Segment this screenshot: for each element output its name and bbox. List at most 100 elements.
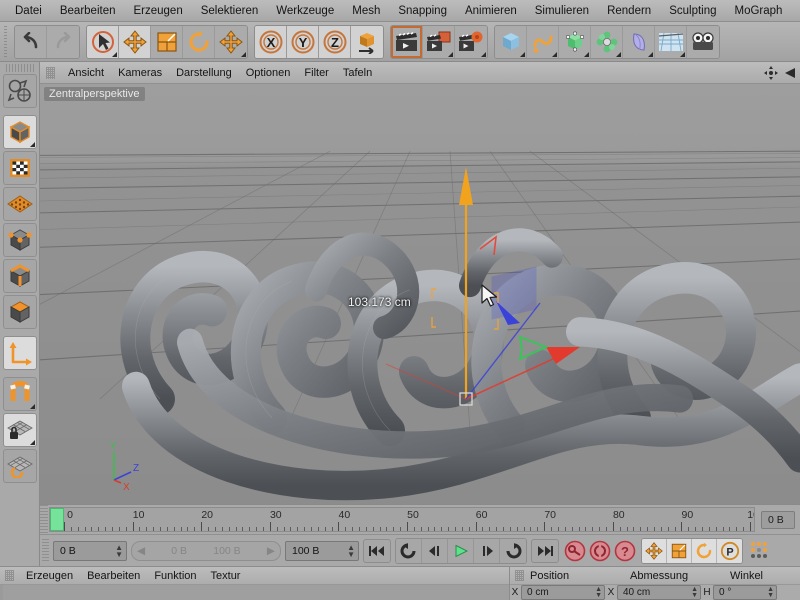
viewport-menu-grip[interactable] xyxy=(46,66,55,79)
workplane-lock-corner[interactable] xyxy=(29,440,35,445)
previous-key-button[interactable] xyxy=(396,538,422,563)
menu-item-selektieren[interactable]: Selektieren xyxy=(192,3,268,19)
menu-item-mograph[interactable]: MoGraph xyxy=(726,3,792,19)
timeline-end-field[interactable]: 0 B xyxy=(761,510,795,529)
go-to-start-button[interactable] xyxy=(363,538,391,563)
world-object-coordinates[interactable] xyxy=(351,25,383,58)
render-settings-corner[interactable] xyxy=(481,51,486,57)
viewport-menu-optionen[interactable]: Optionen xyxy=(239,65,298,81)
menu-item-mesh[interactable]: Mesh xyxy=(343,3,389,19)
scale-tool[interactable] xyxy=(151,25,183,58)
render-pv-corner[interactable] xyxy=(448,51,453,57)
pan-view-icon[interactable] xyxy=(763,65,779,81)
rotate-tool[interactable] xyxy=(183,25,215,58)
y-axis-lock[interactable]: Y xyxy=(287,25,319,58)
menu-item-sculpting[interactable]: Sculpting xyxy=(660,3,725,19)
live-selection-tool[interactable] xyxy=(87,25,119,58)
spline-pen-button[interactable] xyxy=(527,25,559,58)
viewport-menu-darstellung[interactable]: Darstellung xyxy=(169,65,239,81)
menu-item-snapping[interactable]: Snapping xyxy=(389,3,456,19)
deformer-button[interactable] xyxy=(623,25,655,58)
menu-item-bearbeiten[interactable]: Bearbeiten xyxy=(51,3,125,19)
array-object-button[interactable] xyxy=(591,25,623,58)
timeline-playhead[interactable] xyxy=(50,508,64,531)
deformer-corner[interactable] xyxy=(648,51,653,57)
z-axis-lock[interactable]: Z xyxy=(319,25,351,58)
timeline-ruler[interactable]: 0 10 20 30 40 50 60 70 80 90 100 xyxy=(49,507,755,532)
zoom-view-icon[interactable] xyxy=(782,65,798,81)
rotation-key-button[interactable] xyxy=(692,538,717,563)
step-forward-button[interactable] xyxy=(474,538,500,563)
render-settings-button[interactable] xyxy=(455,25,487,58)
menu-item-animieren[interactable]: Animieren xyxy=(456,3,526,19)
workplane-mode-button[interactable] xyxy=(2,187,37,221)
model-mode-corner[interactable] xyxy=(29,142,35,147)
undo-button[interactable] xyxy=(15,25,47,58)
coordinate-grip[interactable] xyxy=(515,570,524,581)
material-menu-textur[interactable]: Textur xyxy=(204,569,248,583)
enable-snapping-button[interactable] xyxy=(2,377,37,411)
move-tool-options-corner[interactable] xyxy=(241,51,246,57)
menu-item-simulieren[interactable]: Simulieren xyxy=(526,3,598,19)
range-prev-arrow[interactable]: ◀ xyxy=(137,545,145,557)
material-list-area[interactable] xyxy=(0,585,509,600)
transport-grip[interactable] xyxy=(42,538,49,563)
next-key-button[interactable] xyxy=(500,538,526,563)
menu-item-werkzeuge[interactable]: Werkzeuge xyxy=(267,3,343,19)
size-x-field[interactable]: X 40 cm ▲ ▼ xyxy=(607,585,701,600)
environment-corner[interactable] xyxy=(680,51,685,57)
render-to-picture-viewer-button[interactable] xyxy=(423,25,455,58)
undo-view-button[interactable] xyxy=(2,74,37,108)
viewport-menu-kameras[interactable]: Kameras xyxy=(111,65,169,81)
tool-options-corner[interactable] xyxy=(112,51,117,57)
angle-h-input[interactable]: 0 ° ▲ ▼ xyxy=(713,585,777,600)
size-x-stepper[interactable]: ▲ ▼ xyxy=(687,586,698,599)
autokeying-button[interactable] xyxy=(588,539,612,563)
step-back-button[interactable] xyxy=(422,538,448,563)
angle-h-stepper[interactable]: ▲ ▼ xyxy=(763,586,774,599)
scale-key-button[interactable] xyxy=(667,538,692,563)
texture-mode-button[interactable] xyxy=(2,151,37,185)
material-menu-bearbeiten[interactable]: Bearbeiten xyxy=(80,569,147,583)
render-view-button[interactable] xyxy=(391,25,423,58)
position-x-field[interactable]: X 0 cm ▲ ▼ xyxy=(511,585,605,600)
preview-end-stepper[interactable]: ▲ ▼ xyxy=(341,543,355,558)
position-x-stepper[interactable]: ▲ ▼ xyxy=(591,586,602,599)
3d-viewport[interactable]: Zentralperspektive 103.173 cm Y Z X xyxy=(40,84,800,504)
position-x-input[interactable]: 0 cm ▲ ▼ xyxy=(521,585,605,600)
edges-mode-button[interactable] xyxy=(2,259,37,293)
range-next-arrow[interactable]: ▶ xyxy=(267,545,275,557)
material-menu-funktion[interactable]: Funktion xyxy=(147,569,203,583)
primitive-cube-button[interactable] xyxy=(495,25,527,58)
timeline-grip[interactable] xyxy=(40,505,48,534)
current-frame-stepper[interactable]: ▲ ▼ xyxy=(109,543,123,558)
camera-button[interactable] xyxy=(687,25,719,58)
position-key-button[interactable] xyxy=(642,538,667,563)
viewport-menu-tafeln[interactable]: Tafeln xyxy=(336,65,379,81)
axis-modify-button[interactable] xyxy=(2,336,37,370)
play-button[interactable] xyxy=(448,538,474,563)
points-mode-button[interactable] xyxy=(2,223,37,257)
viewport-menu-ansicht[interactable]: Ansicht xyxy=(61,65,111,81)
move-tool-secondary[interactable] xyxy=(215,25,247,58)
size-x-input[interactable]: 40 cm ▲ ▼ xyxy=(617,585,701,600)
primitive-corner[interactable] xyxy=(520,51,525,57)
lock-workplane-button[interactable] xyxy=(2,413,37,447)
spline-corner[interactable] xyxy=(552,51,557,57)
left-toolbar-grip[interactable] xyxy=(5,64,34,72)
material-menu-grip[interactable] xyxy=(5,570,14,581)
viewport-menu-filter[interactable]: Filter xyxy=(297,65,335,81)
toolbar-grip[interactable] xyxy=(2,24,9,59)
model-mode-button[interactable] xyxy=(2,115,37,149)
record-active-objects-button[interactable] xyxy=(563,539,587,563)
go-to-end-button[interactable] xyxy=(531,538,559,563)
point-level-animation-button[interactable] xyxy=(747,539,769,563)
nurbs-generator-button[interactable] xyxy=(559,25,591,58)
angle-h-field[interactable]: H 0 ° ▲ ▼ xyxy=(703,585,777,600)
preview-end-field[interactable]: 100 B ▲ ▼ xyxy=(285,540,359,561)
x-axis-lock[interactable]: X xyxy=(255,25,287,58)
menu-item-erzeugen[interactable]: Erzeugen xyxy=(124,3,191,19)
current-frame-field[interactable]: 0 B ▲ ▼ xyxy=(53,540,127,561)
array-corner[interactable] xyxy=(616,51,621,57)
polygons-mode-button[interactable] xyxy=(2,295,37,329)
